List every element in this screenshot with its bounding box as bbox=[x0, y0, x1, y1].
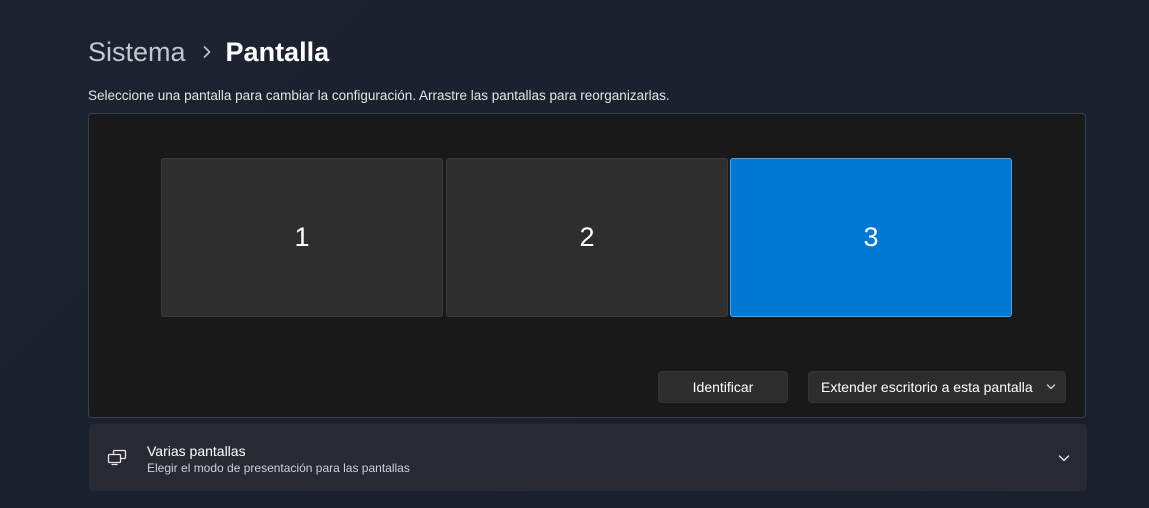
multiple-displays-subtitle: Elegir el modo de presentación para las … bbox=[147, 461, 410, 475]
display-2-tile[interactable]: 2 bbox=[446, 158, 728, 317]
display-3-tile-selected[interactable]: 3 bbox=[730, 158, 1012, 317]
multiple-displays-setting-row[interactable]: Varias pantallas Elegir el modo de prese… bbox=[89, 424, 1087, 491]
arrange-instruction-text: Seleccione una pantalla para cambiar la … bbox=[88, 88, 670, 103]
display-3-number: 3 bbox=[863, 222, 879, 252]
chevron-right-icon bbox=[202, 45, 212, 59]
display-1-tile[interactable]: 1 bbox=[161, 158, 443, 317]
expand-chevron-down-icon[interactable] bbox=[1057, 451, 1071, 465]
page-title: Pantalla bbox=[225, 36, 330, 67]
display-mode-dropdown-value: Extender escritorio a esta pantalla bbox=[821, 379, 1033, 395]
display-2-number: 2 bbox=[579, 222, 595, 252]
multiple-displays-title: Varias pantallas bbox=[147, 443, 246, 459]
breadcrumb-parent-sistema[interactable]: Sistema bbox=[88, 37, 186, 68]
display-mode-dropdown[interactable]: Extender escritorio a esta pantalla bbox=[808, 371, 1066, 403]
chevron-down-icon bbox=[1046, 383, 1056, 391]
identify-button-label: Identificar bbox=[692, 379, 754, 395]
display-arrangement-panel: 1 2 3 Identificar Extender escritorio a … bbox=[88, 113, 1086, 418]
identify-button[interactable]: Identificar bbox=[658, 371, 788, 403]
display-1-number: 1 bbox=[294, 222, 310, 252]
breadcrumb: Sistema Pantalla bbox=[88, 32, 329, 72]
multiple-displays-icon bbox=[107, 448, 127, 466]
